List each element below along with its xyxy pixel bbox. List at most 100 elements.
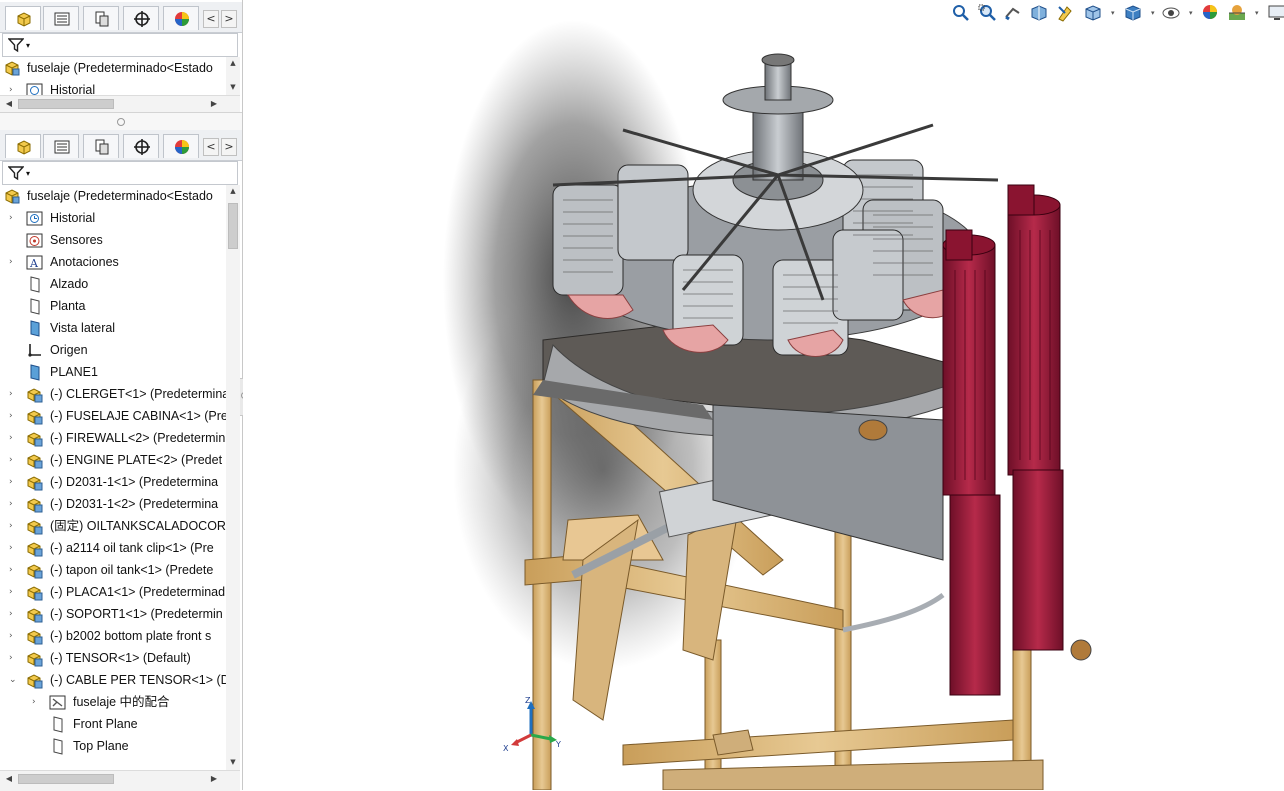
chevron-right-icon[interactable]: › (9, 515, 19, 537)
zoom-to-area-button[interactable] (977, 3, 999, 25)
scroll-left-icon[interactable]: ◀ (2, 772, 16, 786)
scroll-thumb[interactable] (18, 99, 114, 109)
tree-item[interactable]: Top Plane (4, 735, 226, 757)
chevron-right-icon[interactable]: › (9, 625, 19, 647)
chevron-down-icon[interactable]: ⌄ (9, 669, 19, 691)
featuremanager-tree-tab[interactable] (5, 6, 41, 30)
chevron-right-icon[interactable]: › (9, 251, 19, 273)
tree-item[interactable]: › (固定) OILTANKSCALADOCORR (4, 515, 226, 537)
section-view-button[interactable] (1029, 3, 1051, 25)
tree-item[interactable]: › (-) b2002 bottom plate front s (4, 625, 226, 647)
display-manager-tab[interactable] (163, 6, 199, 30)
tree-item[interactable]: › (-) TENSOR<1> (Default) (4, 647, 226, 669)
chevron-right-icon[interactable]: › (9, 471, 19, 493)
tree-hscroll[interactable]: ◀ ▶ (0, 770, 240, 791)
scroll-thumb[interactable] (18, 774, 114, 784)
tree-item[interactable]: › (-) FUSELAJE CABINA<1> (Pre (4, 405, 226, 427)
tree-item[interactable]: ⌄ (-) CABLE PER TENSOR<1> (D (4, 669, 226, 691)
chevron-right-icon[interactable]: › (9, 427, 19, 449)
tree-item[interactable]: › (-) CLERGET<1> (Predeterminado (4, 383, 226, 405)
chevron-right-icon[interactable]: › (9, 537, 19, 559)
dimxpert-tab[interactable] (123, 6, 159, 30)
zoom-to-fit-button[interactable] (951, 3, 973, 25)
tab-scroll-left-button[interactable]: < (203, 138, 219, 156)
view-settings-button[interactable] (1267, 3, 1284, 25)
tab-scroll-right-button[interactable]: > (221, 10, 237, 28)
dimxpert-tab[interactable] (123, 134, 159, 158)
chevron-right-icon[interactable]: › (9, 405, 19, 427)
chevron-down-icon[interactable]: ▾ (1255, 9, 1259, 17)
feature-manager-panel: < > ▾ fuselaje (Predeterminado<Estado › … (0, 0, 243, 791)
featuremanager-tree-tab[interactable] (5, 134, 41, 158)
tree-item[interactable]: PLANE1 (4, 361, 226, 383)
hide-show-items-button[interactable] (1161, 3, 1183, 25)
chevron-right-icon[interactable]: › (32, 691, 42, 713)
chevron-down-icon[interactable]: ▾ (1111, 9, 1115, 17)
scroll-thumb[interactable] (228, 203, 238, 249)
scroll-right-icon[interactable]: ▶ (207, 772, 221, 786)
propertymanager-tab[interactable] (43, 134, 79, 158)
edit-appearance-button[interactable] (1201, 3, 1223, 25)
tree-hscroll-top[interactable]: ◀ ▶ (0, 95, 240, 112)
chevron-down-icon[interactable]: ▾ (1189, 9, 1193, 17)
tab-scroll-right-button[interactable]: > (221, 138, 237, 156)
tree-vscroll[interactable]: ▲ ▼ (226, 185, 240, 770)
tree-item[interactable]: Vista lateral (4, 317, 226, 339)
plane-icon (30, 298, 40, 315)
chevron-right-icon[interactable]: › (9, 207, 19, 229)
tab-scroll-left-button[interactable]: < (203, 10, 219, 28)
scroll-down-icon[interactable]: ▼ (226, 81, 240, 93)
chevron-down-icon[interactable]: ▾ (1151, 9, 1155, 17)
filter-icon (8, 166, 24, 181)
assembly-model-render[interactable] (243, 0, 1284, 790)
previous-view-button[interactable] (1003, 3, 1025, 25)
tree-item[interactable]: › (-) D2031-1<1> (Predetermina (4, 471, 226, 493)
chevron-right-icon[interactable]: › (9, 581, 19, 603)
scroll-down-icon[interactable]: ▼ (226, 756, 240, 768)
chevron-right-icon[interactable]: › (9, 449, 19, 471)
propertymanager-icon (54, 12, 70, 26)
scroll-right-icon[interactable]: ▶ (207, 97, 221, 111)
chevron-right-icon[interactable]: › (9, 603, 19, 625)
subassembly-icon (27, 630, 43, 645)
tree-item[interactable]: › (-) PLACA1<1> (Predeterminad (4, 581, 226, 603)
tree-item[interactable]: Planta (4, 295, 226, 317)
tree-item[interactable]: › Historial (4, 207, 226, 229)
view-orientation-button[interactable] (1083, 3, 1105, 25)
chevron-right-icon[interactable]: › (9, 647, 19, 669)
scroll-left-icon[interactable]: ◀ (2, 97, 16, 111)
tree-filter[interactable]: ▾ (2, 161, 238, 185)
tree-vscroll-top[interactable]: ▲ ▼ (226, 57, 240, 95)
pane-splitter[interactable] (0, 112, 242, 132)
tree-item[interactable]: › (-) a2114 oil tank clip<1> (Pre (4, 537, 226, 559)
tree-item[interactable]: › (-) ENGINE PLATE<2> (Predet (4, 449, 226, 471)
tree-item[interactable]: Origen (4, 339, 226, 361)
tree-root[interactable]: fuselaje (Predeterminado<Estado (4, 185, 226, 207)
chevron-right-icon[interactable]: › (9, 559, 19, 581)
tree-item[interactable]: › (-) SOPORT1<1> (Predetermin (4, 603, 226, 625)
tree-item[interactable]: Alzado (4, 273, 226, 295)
configurationmanager-tab[interactable] (83, 134, 119, 158)
chevron-right-icon[interactable]: › (9, 493, 19, 515)
scroll-up-icon[interactable]: ▲ (226, 57, 240, 69)
tree-item[interactable]: › A Anotaciones (4, 251, 226, 273)
tree-item[interactable]: Sensores (4, 229, 226, 251)
tree-item[interactable]: › (-) FIREWALL<2> (Predetermin (4, 427, 226, 449)
apply-scene-button[interactable] (1227, 3, 1249, 25)
tree-item[interactable]: › (-) D2031-1<2> (Predetermina (4, 493, 226, 515)
propertymanager-tab[interactable] (43, 6, 79, 30)
graphics-area[interactable]: ▾▾▾▾▾ Z Y X (243, 0, 1284, 790)
tree-filter-top[interactable]: ▾ (2, 33, 238, 57)
dynamic-annotation-views-button[interactable] (1055, 3, 1077, 25)
tree-item[interactable]: › (-) tapon oil tank<1> (Predete (4, 559, 226, 581)
propertymanager-icon (54, 140, 70, 154)
display-style-button[interactable] (1123, 3, 1145, 25)
tree-item[interactable]: Front Plane (4, 713, 226, 735)
display-manager-tab[interactable] (163, 134, 199, 158)
tree-root-top[interactable]: fuselaje (Predeterminado<Estado (4, 57, 226, 79)
configurationmanager-tab[interactable] (83, 6, 119, 30)
tree-item[interactable]: › fuselaje 中的配合 (4, 691, 226, 713)
scroll-up-icon[interactable]: ▲ (226, 185, 240, 197)
machine-guns[interactable] (942, 184, 1092, 696)
chevron-right-icon[interactable]: › (9, 383, 19, 405)
